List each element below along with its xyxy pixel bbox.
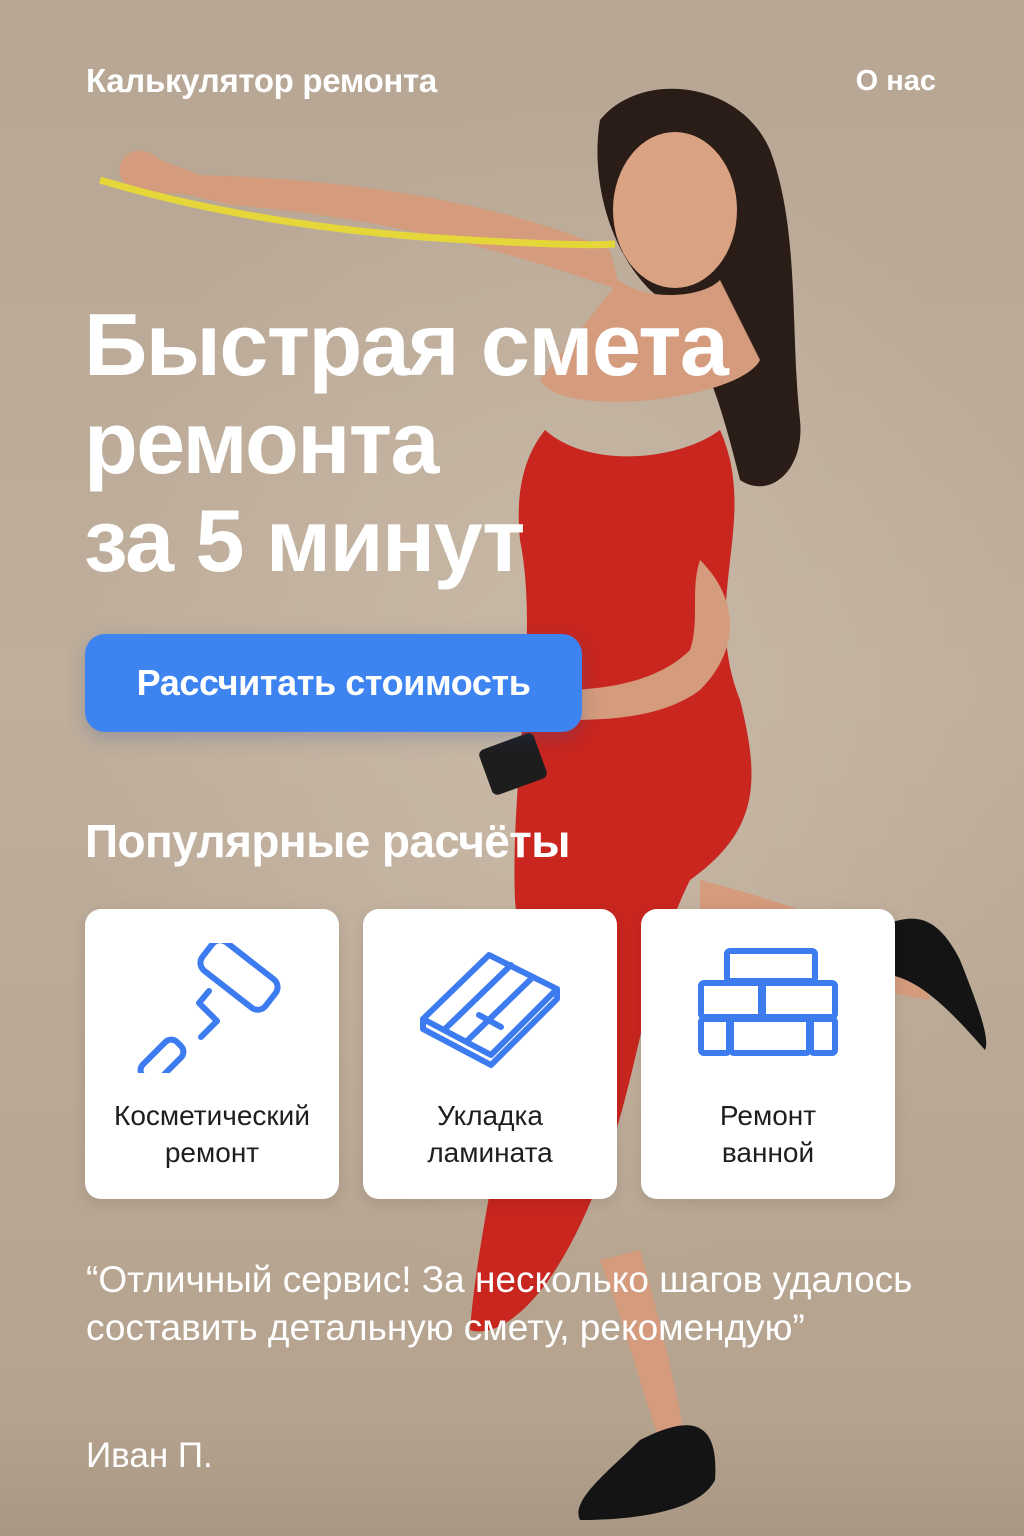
popular-calculations-title: Популярные расчёты (85, 815, 570, 867)
card-label: Ремонт ванной (651, 1097, 885, 1171)
card-cosmetic-repair[interactable]: Косметический ремонт (85, 909, 339, 1199)
nav-about-link[interactable]: О нас (856, 65, 936, 98)
card-label: Косметический ремонт (95, 1097, 329, 1171)
card-label-line: ламината (427, 1137, 553, 1168)
header: Калькулятор ремонта О нас (86, 62, 936, 100)
card-label: Укладка ламината (373, 1097, 607, 1171)
card-laminate-laying[interactable]: Укладка ламината (363, 909, 617, 1199)
brick-wall-icon (693, 943, 843, 1073)
card-label-line: ванной (721, 1137, 815, 1168)
popular-calculations-list: Косметический ремонт Укладка ламината Ре… (85, 909, 895, 1199)
paint-roller-icon (137, 937, 287, 1086)
laminate-icon (415, 943, 565, 1073)
hero-title-line: ремонта (84, 393, 439, 492)
card-label-line: Косметический (114, 1100, 310, 1131)
hero-title: Быстрая смета ремонта за 5 минут (84, 296, 804, 590)
hero-title-line: за 5 минут (84, 491, 525, 590)
card-bathroom-repair[interactable]: Ремонт ванной (641, 909, 895, 1199)
brand-logo-text[interactable]: Калькулятор ремонта (86, 62, 437, 100)
card-label-line: ремонт (164, 1137, 260, 1168)
hero-title-line: Быстрая смета (84, 295, 729, 394)
calculate-cost-button[interactable]: Рассчитать стоимость (85, 634, 582, 732)
card-label-line: Укладка (437, 1100, 543, 1131)
testimonial-quote: “Отличный сервис! За несколько шагов уда… (86, 1259, 913, 1348)
testimonial-author: Иван П. (86, 1436, 213, 1475)
card-label-line: Ремонт (719, 1100, 817, 1131)
